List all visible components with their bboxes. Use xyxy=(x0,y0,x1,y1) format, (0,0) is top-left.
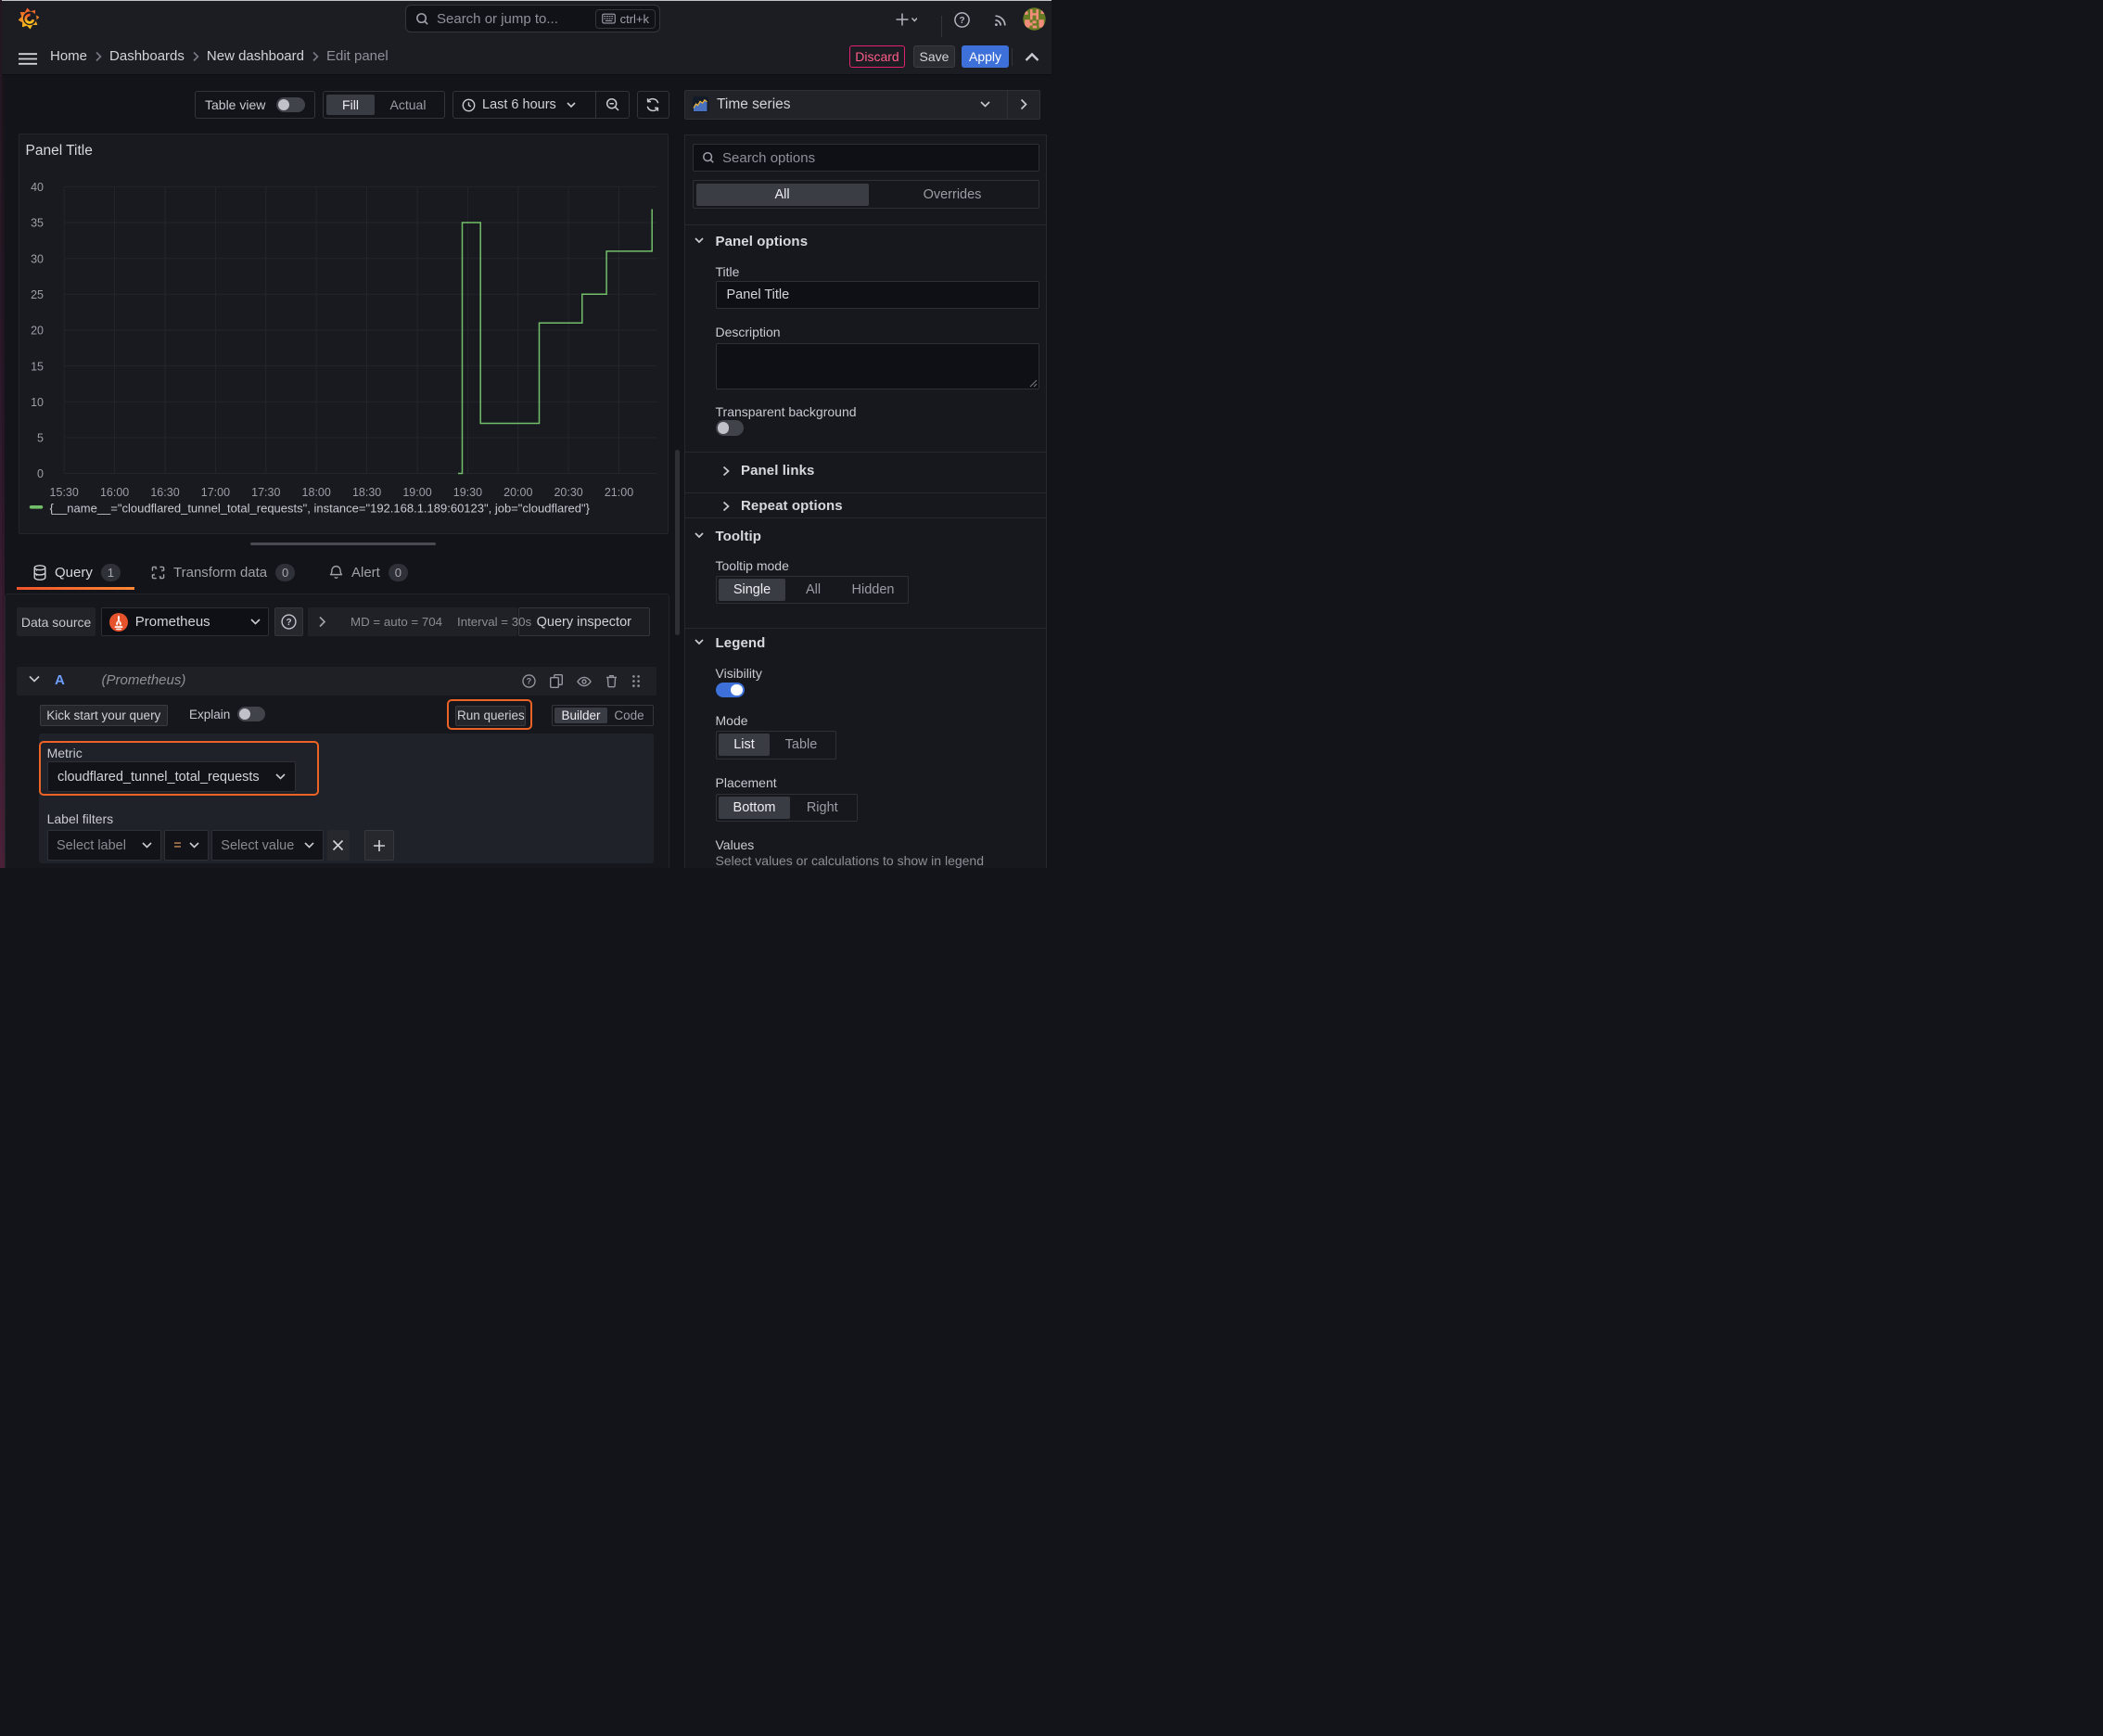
svg-text:20: 20 xyxy=(31,324,44,337)
svg-text:?: ? xyxy=(959,16,964,26)
svg-text:25: 25 xyxy=(31,288,44,301)
svg-text:?: ? xyxy=(286,618,291,628)
svg-text:19:30: 19:30 xyxy=(452,486,481,499)
svg-text:0: 0 xyxy=(37,467,44,480)
svg-text:20:00: 20:00 xyxy=(503,486,532,499)
svg-text:16:00: 16:00 xyxy=(99,486,128,499)
svg-text:16:30: 16:30 xyxy=(150,486,179,499)
svg-text:?: ? xyxy=(527,677,531,686)
svg-text:30: 30 xyxy=(31,252,44,265)
svg-text:18:00: 18:00 xyxy=(301,486,330,499)
svg-text:35: 35 xyxy=(31,216,44,229)
svg-text:19:00: 19:00 xyxy=(402,486,431,499)
svg-text:17:30: 17:30 xyxy=(251,486,280,499)
svg-text:15:30: 15:30 xyxy=(49,486,78,499)
svg-text:20:30: 20:30 xyxy=(554,486,582,499)
svg-text:10: 10 xyxy=(31,395,44,408)
svg-text:15: 15 xyxy=(31,360,44,373)
svg-text:18:30: 18:30 xyxy=(351,486,380,499)
svg-text:40: 40 xyxy=(31,181,44,194)
svg-text:17:00: 17:00 xyxy=(200,486,229,499)
svg-text:5: 5 xyxy=(37,431,44,444)
svg-text:21:00: 21:00 xyxy=(604,486,632,499)
svg-text:{__name__="cloudflared_tunnel_: {__name__="cloudflared_tunnel_total_requ… xyxy=(49,501,590,515)
